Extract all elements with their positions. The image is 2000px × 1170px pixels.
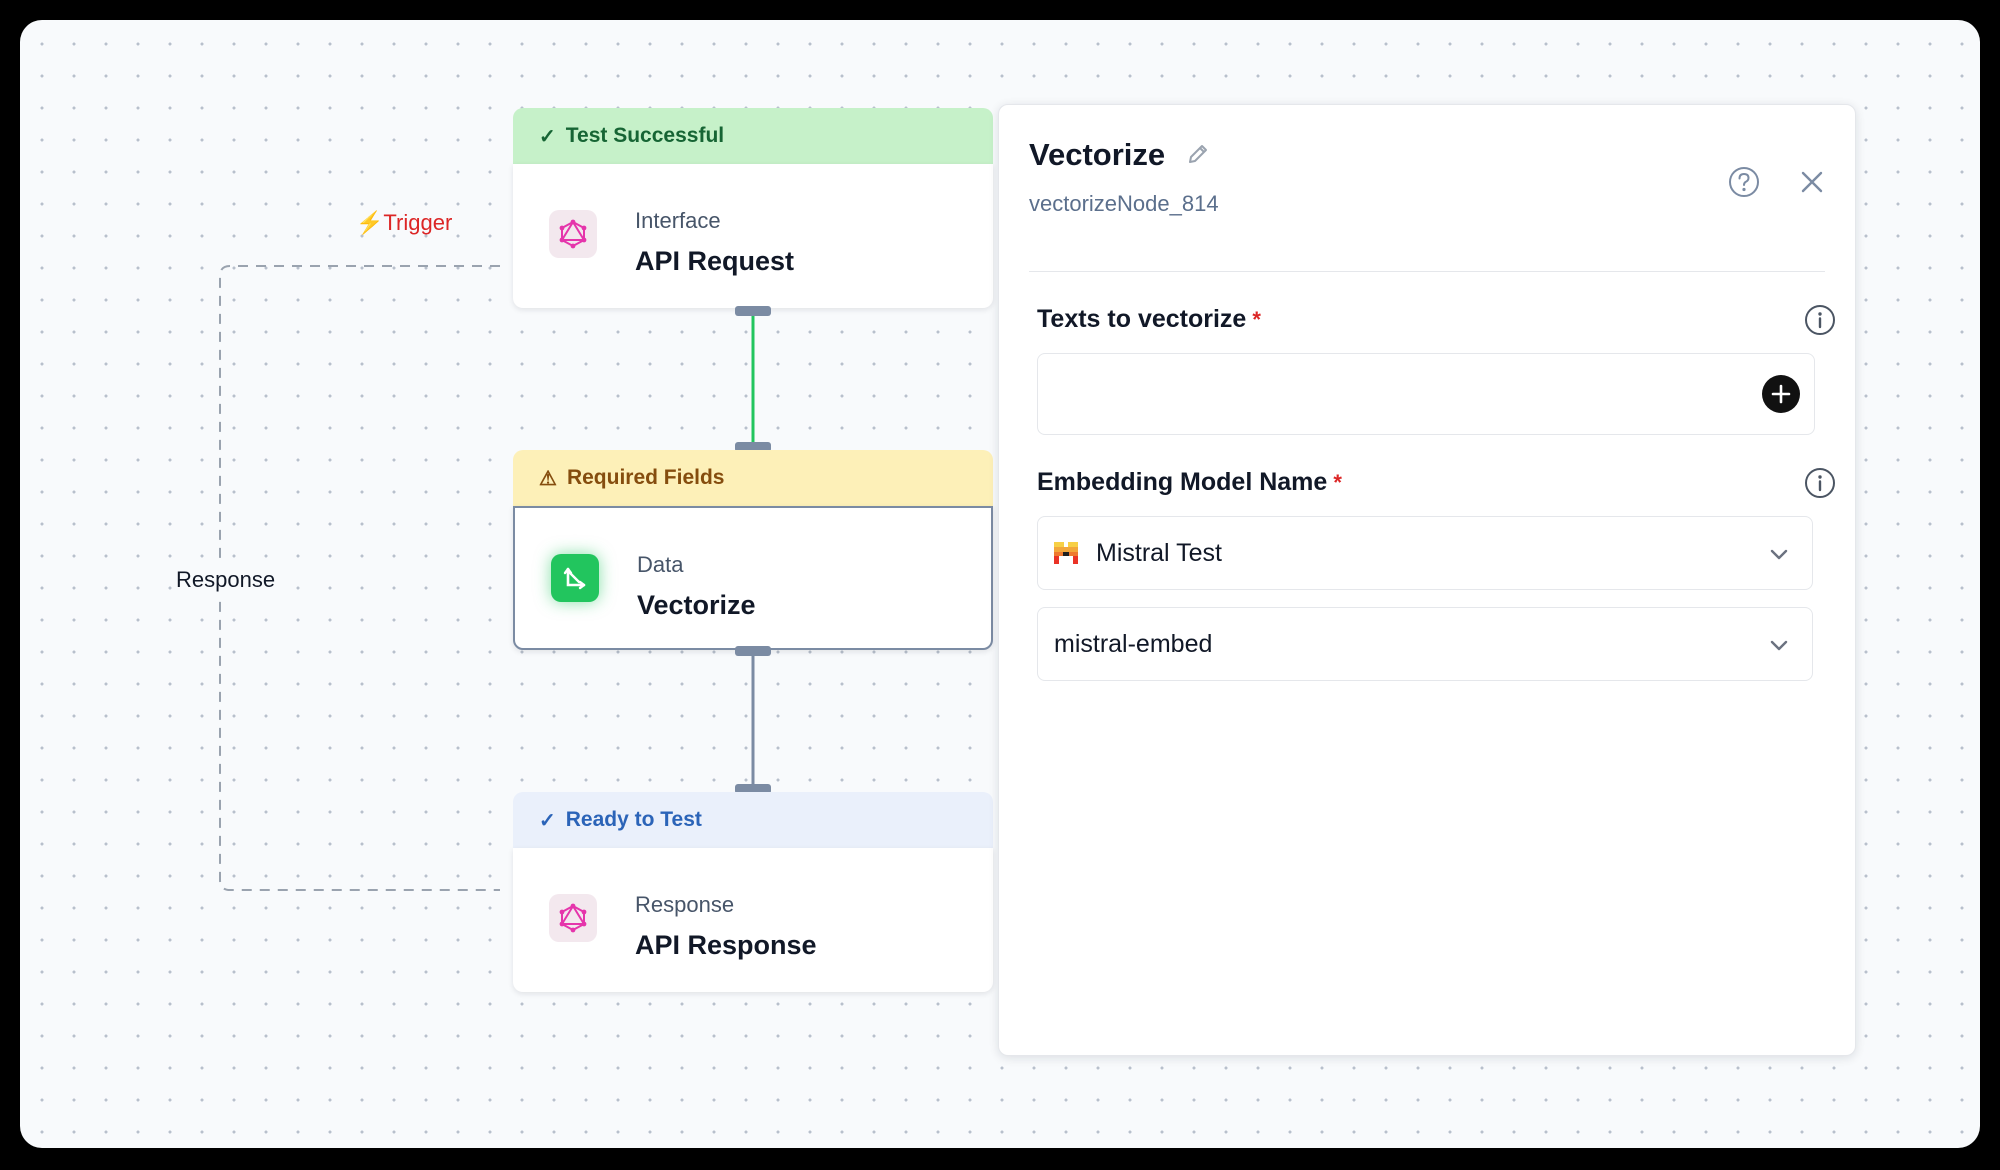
vectorize-icon [551,554,599,602]
provider-value: Mistral Test [1096,538,1222,567]
node-title: API Response [635,930,817,960]
graphql-icon [549,894,597,942]
panel-divider [1029,271,1825,272]
info-icon[interactable] [1803,466,1837,500]
warning-icon: ⚠ [539,467,557,490]
node-api-request[interactable]: ✓ Test Successful Interface API Request [513,108,993,308]
help-icon[interactable] [1727,165,1761,199]
chevron-down-icon [1768,543,1790,572]
lightning-icon: ⚡ [356,210,384,235]
check-icon: ✓ [539,125,556,148]
status-badge: ✓ Test Successful [513,108,993,164]
node-card[interactable]: Interface API Request [513,164,993,308]
provider-select[interactable]: Mistral Test [1037,516,1813,590]
workflow-canvas[interactable]: ⚡Trigger Response ✓ Test Successful Inte… [20,20,1980,1148]
info-icon[interactable] [1803,303,1837,337]
texts-field-label: Texts to vectorize * [1037,305,1261,333]
close-icon[interactable] [1795,165,1829,199]
add-text-button[interactable] [1762,375,1800,413]
node-card[interactable]: Data Vectorize [513,506,993,650]
node-category: Response [635,892,735,917]
node-settings-panel: Vectorize vectorizeNode_814 Texts to vec… [998,104,1856,1056]
status-badge: ⚠ Required Fields [513,450,993,506]
panel-title: Vectorize [1029,137,1166,172]
mistral-logo-icon [1054,542,1078,564]
embedding-field-label: Embedding Model Name * [1037,468,1342,496]
plus-icon [1771,384,1791,404]
graphql-icon [549,210,597,258]
response-edge-label: Response [172,565,280,595]
trigger-label: ⚡Trigger [356,210,453,235]
node-category: Interface [635,208,721,233]
chevron-down-icon [1768,634,1790,663]
node-title: Vectorize [637,590,756,620]
texts-input-list[interactable] [1037,353,1815,435]
model-select[interactable]: mistral-embed [1037,607,1813,681]
model-value: mistral-embed [1054,629,1213,658]
output-handle[interactable] [735,646,771,656]
node-card[interactable]: Response API Response [513,848,993,992]
node-vectorize[interactable]: ⚠ Required Fields Data Vectorize [513,450,993,650]
check-icon: ✓ [539,809,556,832]
pencil-icon[interactable] [1185,141,1211,172]
status-badge: ✓ Ready to Test [513,792,993,848]
output-handle[interactable] [735,306,771,316]
node-id: vectorizeNode_814 [1029,191,1219,216]
node-api-response[interactable]: ✓ Ready to Test Response API Response [513,792,993,992]
node-category: Data [637,552,684,577]
node-title: API Request [635,246,795,276]
